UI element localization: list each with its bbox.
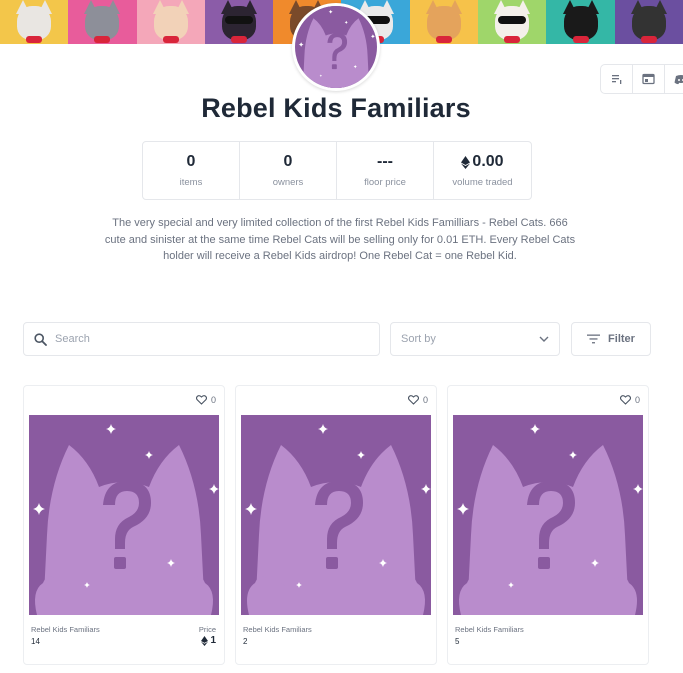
stat-items: 0 items xyxy=(143,142,240,199)
collection-avatar xyxy=(292,3,380,91)
stat-value: 0.00 xyxy=(472,153,504,170)
like-button[interactable]: 0 xyxy=(619,395,640,405)
like-count: 0 xyxy=(422,395,428,405)
sort-by-select[interactable]: Sort by xyxy=(390,322,560,356)
stat-label: volume traded xyxy=(452,177,513,188)
nft-card[interactable]: 0 Rebel Kids Familiars 14 Price 1 xyxy=(23,385,225,665)
card-token-id: 14 xyxy=(31,637,40,646)
nft-image[interactable] xyxy=(453,415,643,615)
card-token-id: 5 xyxy=(455,637,460,646)
description-line: holder will receive a Rebel Kids airdrop… xyxy=(163,250,517,262)
website-button[interactable] xyxy=(632,64,665,94)
heart-icon xyxy=(407,395,419,405)
sort-by-label: Sort by xyxy=(401,333,436,345)
stat-value: --- xyxy=(377,153,393,170)
stat-label: owners xyxy=(272,177,304,188)
stat-volume-traded: 0.00 volume traded xyxy=(434,142,531,199)
collection-title: Rebel Kids Familiars xyxy=(201,93,471,123)
discord-button[interactable] xyxy=(664,64,683,94)
card-price: 1 xyxy=(201,635,216,646)
heart-icon xyxy=(619,395,631,405)
description-line: cute and sinister at the same time Rebel… xyxy=(104,233,576,246)
activity-list-button[interactable] xyxy=(600,64,633,94)
window-icon xyxy=(642,73,655,85)
card-price-label: Price xyxy=(198,625,216,634)
banner-cat-tile xyxy=(614,0,683,44)
stat-value: 0 xyxy=(283,153,293,170)
stat-owners: 0 owners xyxy=(240,142,337,199)
filter-label: Filter xyxy=(608,333,635,345)
mystery-cat-icon xyxy=(29,415,219,615)
search-box[interactable] xyxy=(23,322,380,356)
eth-icon xyxy=(201,635,209,646)
banner-cat-tile xyxy=(0,0,69,44)
nft-card[interactable]: 0 Rebel Kids Familiars 5 xyxy=(447,385,649,665)
like-button[interactable]: 0 xyxy=(195,395,216,405)
stat-label: floor price xyxy=(364,177,406,188)
banner-cat-tile xyxy=(204,0,274,44)
collection-toolbar xyxy=(600,64,683,94)
like-count: 0 xyxy=(210,395,216,405)
like-count: 0 xyxy=(634,395,640,405)
filter-button[interactable]: Filter xyxy=(571,322,651,356)
heart-icon xyxy=(195,395,207,405)
nft-image[interactable] xyxy=(241,415,431,615)
stat-value: 0 xyxy=(186,153,196,170)
filter-icon xyxy=(587,334,601,344)
like-button[interactable]: 0 xyxy=(407,395,428,405)
collection-description: The very special and very limited collec… xyxy=(80,215,600,265)
nft-image[interactable] xyxy=(29,415,219,615)
card-collection-name: Rebel Kids Familiars xyxy=(455,625,524,634)
mystery-cat-icon xyxy=(453,415,643,615)
discord-icon xyxy=(674,74,683,84)
eth-icon xyxy=(461,155,471,169)
banner-cat-tile xyxy=(136,0,205,44)
stat-label: items xyxy=(179,177,203,188)
stat-value-wrapper: 0.00 xyxy=(461,153,504,171)
list-icon xyxy=(611,75,621,84)
card-token-id: 2 xyxy=(243,637,248,646)
search-icon xyxy=(34,332,47,346)
description-line: The very special and very limited collec… xyxy=(112,217,568,229)
mystery-cat-icon xyxy=(241,415,431,615)
chevron-down-icon xyxy=(539,336,549,342)
banner-cat-tile xyxy=(68,0,137,44)
collection-stats: 0 items 0 owners --- floor price 0.00 vo… xyxy=(142,141,532,200)
card-collection-name: Rebel Kids Familiars xyxy=(31,625,100,634)
banner-cat-tile xyxy=(546,0,615,44)
card-collection-name: Rebel Kids Familiars xyxy=(243,625,312,634)
banner-cat-tile xyxy=(478,0,547,44)
search-input[interactable] xyxy=(55,333,355,345)
stat-floor-price: --- floor price xyxy=(337,142,434,199)
nft-card[interactable]: 0 Rebel Kids Familiars 2 xyxy=(235,385,437,665)
banner-cat-tile xyxy=(409,0,479,44)
mystery-cat-icon xyxy=(297,6,375,88)
card-price-value: 1 xyxy=(210,635,216,646)
